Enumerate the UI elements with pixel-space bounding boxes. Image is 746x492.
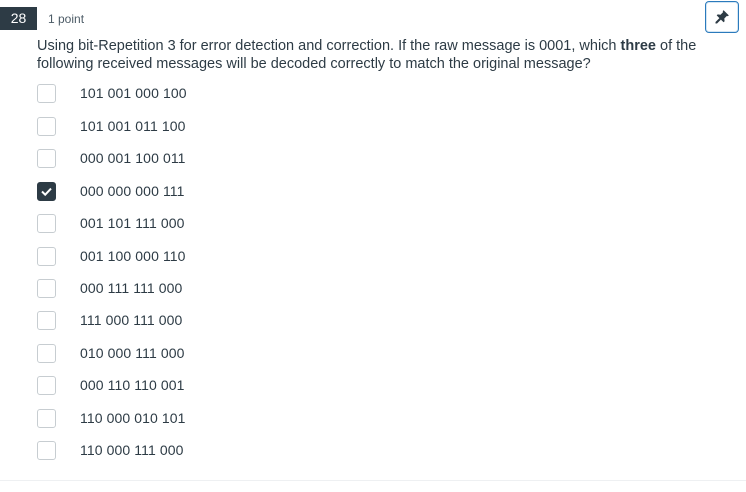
answer-checkbox[interactable]: [37, 343, 56, 363]
question-text: Using bit-Repetition 3 for error detecti…: [37, 37, 742, 73]
answer-checkbox[interactable]: [37, 440, 56, 460]
checkmark-icon: [41, 187, 52, 196]
answer-checkbox[interactable]: [37, 116, 56, 136]
answer-checkbox[interactable]: [37, 408, 56, 428]
answer-option[interactable]: 001 100 000 110: [37, 245, 437, 267]
answer-checkbox[interactable]: [37, 213, 56, 233]
answer-option[interactable]: 000 110 110 001: [37, 374, 437, 396]
answer-option[interactable]: 101 001 011 100: [37, 115, 437, 137]
question-points: 1 point: [48, 12, 85, 26]
pin-button[interactable]: [705, 1, 739, 33]
answer-option-label: 000 110 110 001: [80, 377, 185, 393]
answer-option-label: 001 100 000 110: [80, 248, 186, 264]
question-text-before: Using bit-Repetition 3 for error detecti…: [37, 38, 621, 54]
answer-option-label: 000 111 111 000: [80, 280, 183, 296]
question-text-emphasis: three: [620, 38, 656, 54]
answer-checkbox[interactable]: [37, 310, 56, 330]
answer-option[interactable]: 110 000 111 000: [37, 439, 437, 461]
answer-option[interactable]: 101 001 000 100: [37, 82, 437, 104]
answer-option[interactable]: 111 000 111 000: [37, 309, 437, 331]
answer-option-label: 101 001 011 100: [80, 118, 186, 134]
answer-option-label: 000 000 000 111: [80, 183, 185, 199]
divider: [0, 480, 746, 481]
answer-checkbox[interactable]: [37, 375, 56, 395]
question-number-badge: 28: [0, 7, 37, 30]
answer-option[interactable]: 000 001 100 011: [37, 147, 437, 169]
answer-option[interactable]: 010 000 111 000: [37, 342, 437, 364]
answer-checkbox[interactable]: [37, 246, 56, 266]
answer-option-label: 111 000 111 000: [80, 312, 183, 328]
answer-checkbox[interactable]: [37, 83, 56, 103]
answer-checkbox[interactable]: [37, 148, 56, 168]
answer-checkbox[interactable]: [37, 181, 56, 201]
answer-option-label: 010 000 111 000: [80, 345, 185, 361]
answer-option[interactable]: 000 111 111 000: [37, 277, 437, 299]
answer-option-label: 101 001 000 100: [80, 85, 187, 101]
answer-option-label: 110 000 010 101: [80, 410, 186, 426]
answer-option[interactable]: 001 101 111 000: [37, 212, 437, 234]
answer-option-label: 110 000 111 000: [80, 442, 184, 458]
answer-option-label: 001 101 111 000: [80, 215, 185, 231]
answer-option[interactable]: 110 000 010 101: [37, 407, 437, 429]
answer-option[interactable]: 000 000 000 111: [37, 180, 437, 202]
pin-icon: [715, 10, 729, 24]
answer-checkbox[interactable]: [37, 278, 56, 298]
answer-option-label: 000 001 100 011: [80, 150, 186, 166]
